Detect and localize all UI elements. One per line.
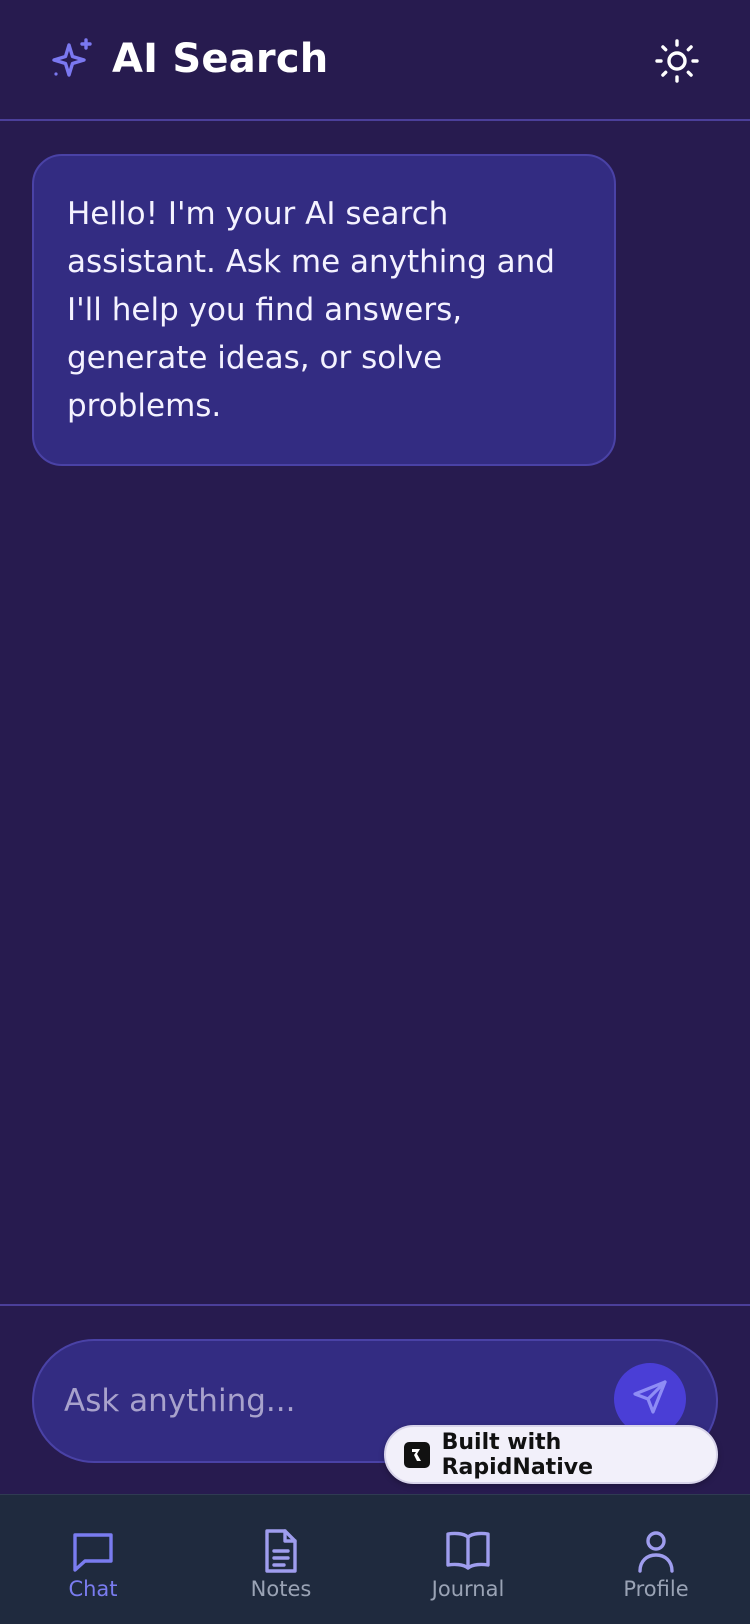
app-screen: AI Search Hello! I'm your AI search assi… [0,0,750,1624]
search-input[interactable] [64,1369,604,1433]
rapidnative-logo-icon [404,1441,430,1468]
send-icon [630,1377,670,1421]
book-icon [444,1527,492,1575]
tab-label-profile: Profile [623,1577,689,1601]
app-header: AI Search [0,0,750,121]
sun-icon [652,39,702,90]
assistant-message-bubble: Hello! I'm your AI search assistant. Ask… [32,154,616,466]
tab-notes[interactable]: Notes [201,1495,361,1624]
built-with-badge[interactable]: Built with RapidNative [384,1425,718,1484]
user-icon [632,1527,680,1575]
chat-icon [69,1527,117,1575]
tab-profile[interactable]: Profile [576,1495,736,1624]
tab-journal[interactable]: Journal [388,1495,548,1624]
message-list: Hello! I'm your AI search assistant. Ask… [0,123,750,1303]
tab-chat[interactable]: Chat [13,1495,173,1624]
theme-toggle-button[interactable] [652,36,702,86]
notes-icon [257,1527,305,1575]
tab-label-chat: Chat [68,1577,118,1601]
sparkles-icon [48,36,96,84]
bottom-tab-bar: Chat Notes Journal Profile [0,1494,750,1624]
badge-label: Built with RapidNative [441,1429,593,1480]
tab-label-journal: Journal [431,1577,505,1601]
tab-label-notes: Notes [250,1577,312,1601]
app-title: AI Search [112,36,329,82]
